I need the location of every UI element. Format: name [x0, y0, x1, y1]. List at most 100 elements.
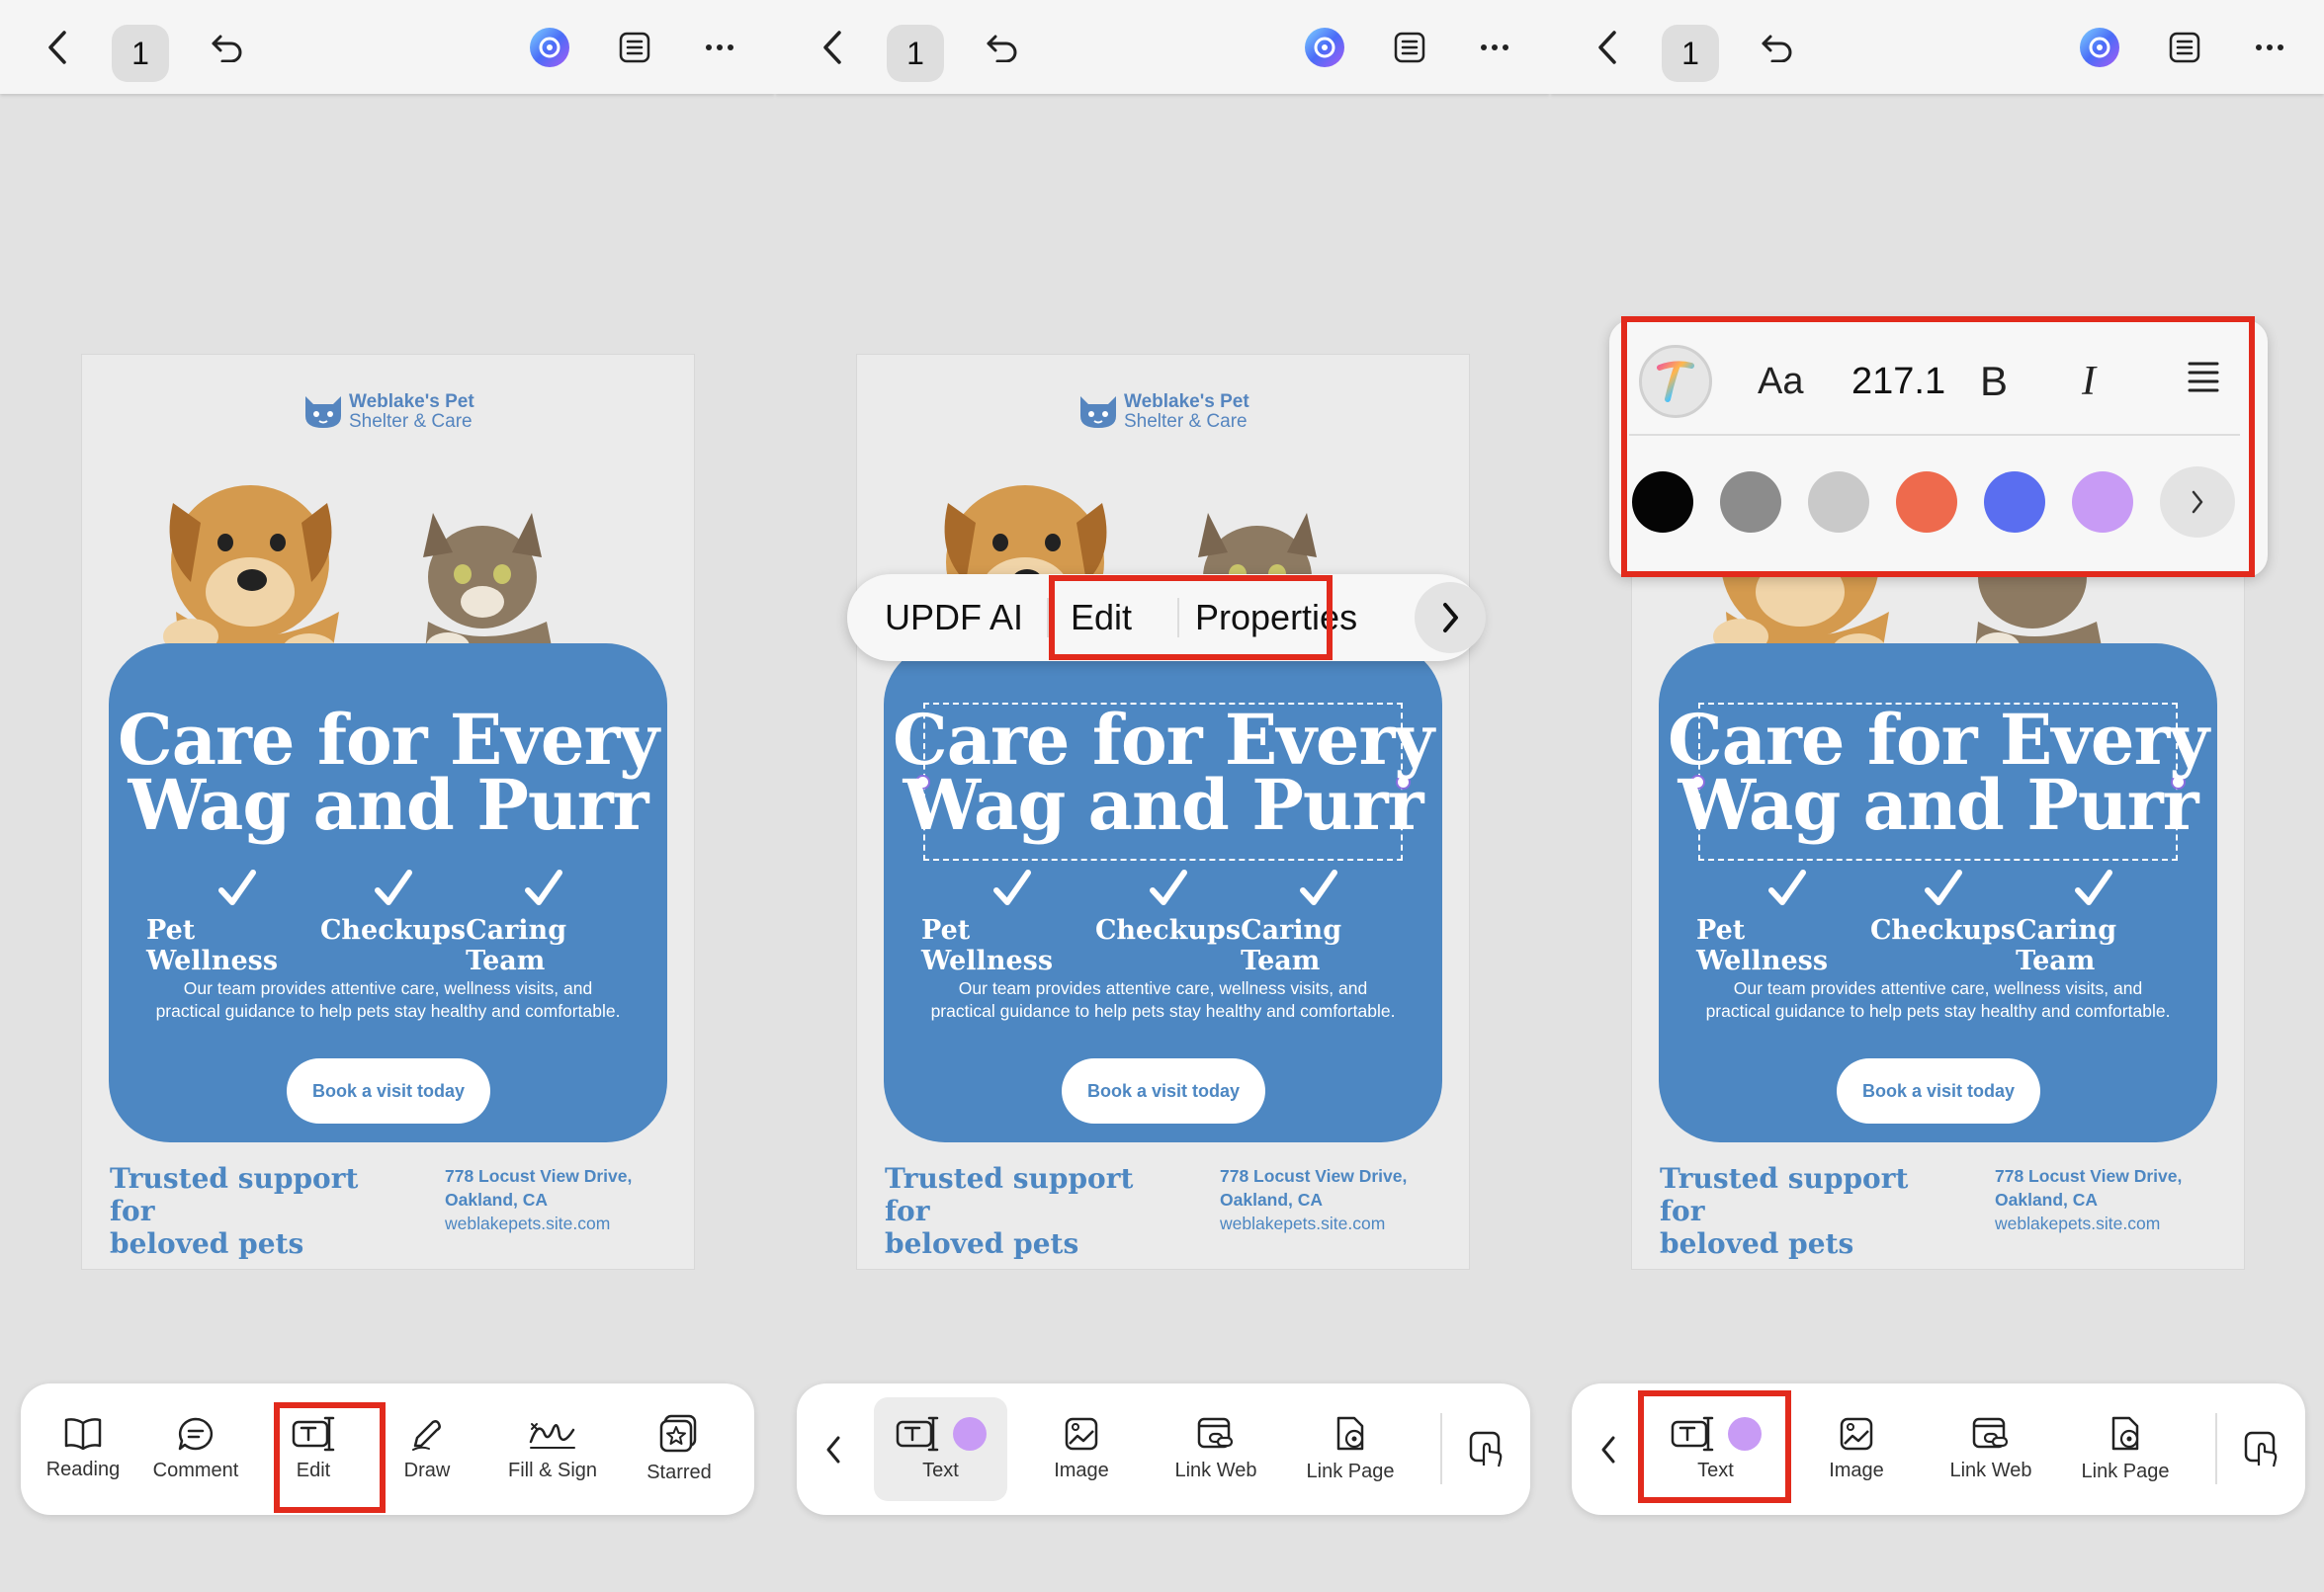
touch-select-button[interactable]	[2232, 1383, 2291, 1515]
bold-button[interactable]: B	[1980, 345, 2008, 418]
feature-item: Checkups	[1094, 915, 1242, 946]
headline[interactable]: Care for Every Wag and Purr	[884, 706, 1442, 840]
description-line-2: practical guidance to help pets stay hea…	[1705, 1001, 2171, 1021]
link-page-tool[interactable]: Link Page	[2066, 1383, 2185, 1515]
book-icon	[64, 1418, 102, 1451]
color-swatch-orange[interactable]	[1896, 471, 1957, 533]
link-web-tool[interactable]: Link Web	[1157, 1383, 1275, 1515]
address-line-1: 778 Locust View Drive,	[1220, 1166, 1408, 1186]
undo-button[interactable]	[1756, 0, 1799, 94]
page-number-badge[interactable]: 1	[112, 25, 169, 82]
text-tool[interactable]: Text	[874, 1383, 1007, 1515]
address-block: 778 Locust View Drive, Oakland, CA webla…	[445, 1164, 692, 1235]
back-button[interactable]	[1588, 0, 1627, 94]
page-number-badge[interactable]: 1	[887, 25, 944, 82]
star-icon	[659, 1414, 697, 1453]
image-tool[interactable]: Image	[1032, 1383, 1131, 1515]
color-swatch-purple[interactable]	[2072, 471, 2133, 533]
starred-tool[interactable]: Starred	[630, 1383, 729, 1515]
more-icon	[706, 43, 733, 50]
fill-sign-tool[interactable]: Fill & Sign	[493, 1383, 612, 1515]
check-icon	[1300, 870, 1337, 905]
check-icon	[1925, 870, 1962, 905]
feature-item: Checkups	[1869, 915, 2017, 946]
description: Our team provides attentive care, wellne…	[109, 977, 667, 1023]
check-icon	[375, 870, 412, 905]
updf-ai-button[interactable]	[1301, 0, 1348, 94]
page-number-badge[interactable]: 1	[1662, 25, 1719, 82]
book-visit-button[interactable]: Book a visit today	[1062, 1058, 1265, 1124]
back-button[interactable]	[38, 0, 77, 94]
chevron-left-icon	[1601, 1436, 1615, 1463]
outline-button[interactable]	[613, 0, 656, 94]
link-web-tool[interactable]: Link Web	[1932, 1383, 2050, 1515]
back-button[interactable]	[813, 0, 852, 94]
alignment-button[interactable]	[2187, 360, 2224, 399]
image-icon	[1065, 1417, 1098, 1451]
toolbar-divider	[1440, 1413, 1442, 1484]
text-color-dot[interactable]	[1727, 1417, 1762, 1451]
edit-tool[interactable]: Edit	[274, 1383, 353, 1515]
outline-button[interactable]	[1388, 0, 1431, 94]
text-color-dot[interactable]	[952, 1417, 987, 1451]
comment-tool[interactable]: Comment	[147, 1383, 244, 1515]
outline-button[interactable]	[2163, 0, 2206, 94]
more-button[interactable]	[1473, 0, 1516, 94]
font-family-button[interactable]: Aa	[1758, 345, 1803, 418]
menu-next-button[interactable]	[1415, 582, 1486, 653]
headline[interactable]: Care for Every Wag and Purr	[109, 706, 667, 840]
text-tool[interactable]: Text	[1649, 1383, 1782, 1515]
description-line-1: Our team provides attentive care, wellne…	[958, 978, 1368, 998]
address-block: 778 Locust View Drive, Oakland, CA webla…	[1220, 1164, 1467, 1235]
touch-select-button[interactable]	[1457, 1383, 1516, 1515]
color-swatch-light-gray[interactable]	[1808, 471, 1869, 533]
tagline-line-2: beloved pets	[1660, 1227, 1854, 1260]
link-page-tool[interactable]: Link Page	[1291, 1383, 1410, 1515]
reading-tool[interactable]: Reading	[35, 1383, 131, 1515]
properties-menu-item[interactable]: Properties	[1195, 574, 1357, 661]
popover-divider	[1629, 434, 2240, 436]
updf-ai-button[interactable]	[2076, 0, 2123, 94]
headline[interactable]: Care for Every Wag and Purr	[1659, 706, 2217, 846]
more-button[interactable]	[698, 0, 741, 94]
more-button[interactable]	[2248, 0, 2291, 94]
more-colors-button[interactable]	[2160, 466, 2235, 538]
feature-list: Pet Wellness Checkups Caring Team	[109, 915, 667, 976]
color-swatch-black[interactable]	[1632, 471, 1693, 533]
text-color-picker-button[interactable]	[1639, 345, 1712, 418]
collapse-toolbar-button[interactable]	[1592, 1383, 1625, 1515]
ai-assistant-icon	[2080, 27, 2119, 67]
collapse-toolbar-button[interactable]	[817, 1383, 850, 1515]
color-swatch-gray[interactable]	[1720, 471, 1781, 533]
website-link: weblakepets.site.com	[1220, 1214, 1386, 1233]
chevron-left-icon	[823, 30, 841, 64]
edit-toolbar: Text Image Link Web Link Page	[797, 1383, 1530, 1515]
link-web-icon	[1197, 1417, 1234, 1449]
address-line-1: 778 Locust View Drive,	[445, 1166, 633, 1186]
feature-item: Caring Team	[466, 915, 567, 976]
edit-text-icon	[1671, 1416, 1713, 1452]
more-icon	[2256, 43, 2283, 50]
panel-3: 1 Weblake's PetShelter & Care	[1550, 0, 2324, 1592]
undo-button[interactable]	[206, 0, 249, 94]
draw-tool[interactable]: Draw	[383, 1383, 472, 1515]
headline-line-2: Wag and Purr	[1678, 764, 2198, 846]
check-icon	[2075, 870, 2112, 905]
edit-menu-item[interactable]: Edit	[1071, 574, 1132, 661]
updf-ai-menu-item[interactable]: UPDF AI	[885, 574, 1023, 661]
font-size-field[interactable]: 217.1	[1851, 345, 1945, 418]
undo-button[interactable]	[981, 0, 1024, 94]
italic-button[interactable]: I	[2082, 345, 2096, 418]
pdf-page: Weblake's PetShelter & Care Care for Ev	[857, 355, 1469, 1269]
color-swatch-blue[interactable]	[1984, 471, 2045, 533]
check-icon	[525, 870, 562, 905]
feature-item: Pet Wellness	[921, 915, 1054, 976]
main-toolbar: Reading Comment Edit Draw Fill & Sign St…	[21, 1383, 754, 1515]
tool-label: Edit	[296, 1460, 331, 1481]
top-toolbar: 1	[0, 0, 775, 94]
updf-ai-button[interactable]	[526, 0, 573, 94]
book-visit-button[interactable]: Book a visit today	[287, 1058, 490, 1124]
check-icon	[1150, 870, 1187, 905]
book-visit-button[interactable]: Book a visit today	[1837, 1058, 2040, 1124]
image-tool[interactable]: Image	[1807, 1383, 1906, 1515]
